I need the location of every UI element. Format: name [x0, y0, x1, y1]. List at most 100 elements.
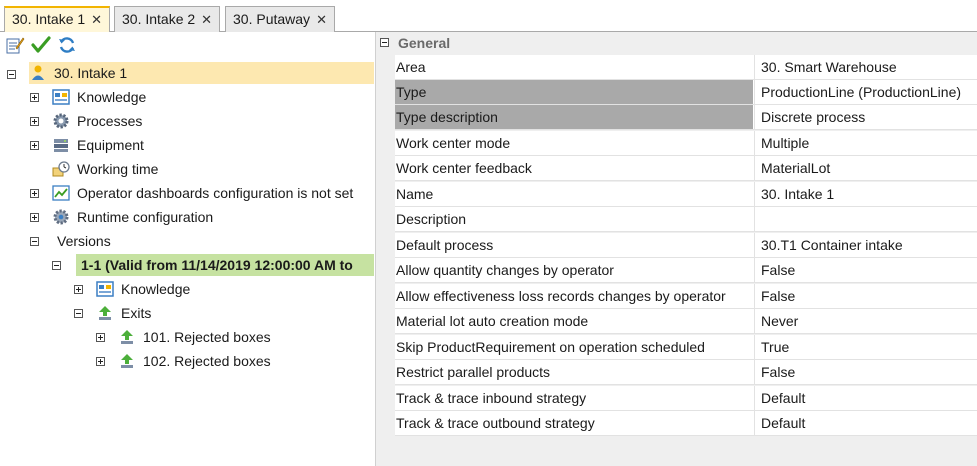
check-icon[interactable] [31, 35, 51, 55]
tree-label: Versions [57, 233, 111, 249]
property-value[interactable]: 30. Smart Warehouse [761, 55, 977, 79]
collapse-icon[interactable] [380, 38, 389, 47]
property-name: Description [396, 211, 467, 227]
collapse-icon[interactable] [74, 309, 83, 318]
property-name: Restrict parallel products [396, 364, 551, 380]
property-value[interactable] [761, 207, 977, 231]
property-row[interactable]: Restrict parallel products False [395, 360, 977, 385]
property-grid: General Area 30. Smart Warehouse Type Pr… [376, 32, 977, 466]
property-value[interactable]: 30.T1 Container intake [761, 233, 977, 257]
property-value[interactable]: Never [761, 309, 977, 333]
work-center-icon [29, 64, 47, 82]
tree-label: 30. Intake 1 [54, 65, 128, 81]
tree-label: Operator dashboards configuration is not… [77, 185, 354, 201]
property-row[interactable]: Type description Discrete process [395, 105, 977, 130]
property-name: Work center mode [396, 135, 511, 151]
tree-node-version[interactable]: 1-1 (Valid from 11/14/2019 12:00:00 AM t… [76, 254, 374, 276]
section-title: General [398, 35, 451, 51]
tree-node-root[interactable]: 30. Intake 1 [29, 62, 374, 84]
expand-icon[interactable] [74, 285, 83, 294]
collapse-icon[interactable] [52, 261, 61, 270]
expand-icon[interactable] [96, 333, 105, 342]
property-name: Allow effectiveness loss records changes… [396, 288, 726, 304]
tree-label: Knowledge [121, 281, 191, 297]
property-name: Allow quantity changes by operator [396, 262, 614, 278]
expand-icon[interactable] [30, 141, 39, 150]
property-value[interactable]: False [761, 258, 977, 282]
close-icon[interactable]: ✕ [201, 12, 212, 27]
exit-icon [118, 328, 136, 346]
expand-icon[interactable] [30, 189, 39, 198]
expand-icon[interactable] [30, 213, 39, 222]
edit-icon[interactable] [5, 35, 25, 55]
tab-intake-2[interactable]: 30. Intake 2 ✕ [114, 6, 221, 32]
property-row[interactable]: Name 30. Intake 1 [395, 182, 977, 207]
property-name: Type description [395, 105, 753, 129]
property-row[interactable]: Area 30. Smart Warehouse [395, 55, 977, 80]
property-row[interactable]: Track & trace inbound strategy Default [395, 386, 977, 411]
property-row[interactable]: Skip ProductRequirement on operation sch… [395, 335, 977, 360]
property-value[interactable]: 30. Intake 1 [761, 182, 977, 206]
tree-panel: 30. Intake 1 Knowledge Processes Equipme… [0, 32, 376, 466]
property-name: Track & trace inbound strategy [396, 390, 587, 406]
property-row[interactable]: Type ProductionLine (ProductionLine) [395, 80, 977, 105]
property-value[interactable]: ProductionLine (ProductionLine) [761, 80, 977, 104]
property-row[interactable]: Work center feedback MaterialLot [395, 156, 977, 181]
tab-intake-1[interactable]: 30. Intake 1 ✕ [4, 6, 111, 33]
tab-label: 30. Putaway [233, 11, 311, 27]
property-value[interactable]: Discrete process [761, 105, 977, 129]
close-icon[interactable]: ✕ [316, 12, 327, 27]
tree-label: Processes [77, 113, 143, 129]
tree-label: 101. Rejected boxes [143, 329, 271, 345]
property-row[interactable]: Allow effectiveness loss records changes… [395, 284, 977, 309]
property-name: Default process [396, 237, 494, 253]
expand-icon[interactable] [96, 357, 105, 366]
tree-label: Equipment [77, 137, 144, 153]
tree-toolbar [0, 32, 375, 59]
expand-icon[interactable] [30, 93, 39, 102]
tab-label: 30. Intake 1 [12, 11, 86, 27]
tab-strip: 30. Intake 1 ✕ 30. Intake 2 ✕ 30. Putaway ✕ [0, 0, 977, 33]
tree-label: 1-1 (Valid from 11/14/2019 12:00:00 AM t… [81, 257, 353, 273]
property-name: Skip ProductRequirement on operation sch… [396, 339, 705, 355]
tab-putaway[interactable]: 30. Putaway ✕ [225, 6, 335, 32]
property-name: Name [396, 186, 434, 202]
property-row[interactable]: Material lot auto creation mode Never [395, 309, 977, 334]
property-name: Track & trace outbound strategy [396, 415, 595, 431]
equipment-icon [52, 136, 70, 154]
property-row[interactable]: Allow quantity changes by operator False [395, 258, 977, 283]
gear-icon [52, 112, 70, 130]
refresh-icon[interactable] [57, 35, 77, 55]
property-name: Work center feedback [396, 160, 532, 176]
knowledge-icon [96, 280, 114, 298]
property-row[interactable]: Description [395, 207, 977, 232]
property-value[interactable]: Default [761, 411, 977, 435]
property-value[interactable]: True [761, 335, 977, 359]
property-name: Type [395, 80, 753, 104]
collapse-icon[interactable] [7, 70, 16, 79]
property-row[interactable]: Default process 30.T1 Container intake [395, 233, 977, 258]
property-name: Material lot auto creation mode [396, 313, 589, 329]
property-value[interactable]: Default [761, 386, 977, 410]
property-row[interactable]: Work center mode Multiple [395, 131, 977, 156]
property-value[interactable]: Multiple [761, 131, 977, 155]
section-general[interactable]: General [376, 32, 977, 54]
property-value[interactable]: MaterialLot [761, 156, 977, 180]
close-icon[interactable]: ✕ [91, 12, 102, 27]
exit-icon [96, 304, 114, 322]
knowledge-icon [52, 88, 70, 106]
property-value[interactable]: False [761, 360, 977, 384]
runtime-gear-icon [52, 208, 70, 226]
dashboard-icon [52, 184, 70, 202]
property-value[interactable]: False [761, 284, 977, 308]
clock-icon [52, 160, 70, 178]
tree-label: Exits [121, 305, 152, 321]
tree-label: Knowledge [77, 89, 147, 105]
property-name: Area [396, 59, 426, 75]
property-row[interactable]: Track & trace outbound strategy Default [395, 411, 977, 436]
tree-label: 102. Rejected boxes [143, 353, 271, 369]
tree-label: Working time [77, 161, 159, 177]
expand-icon[interactable] [30, 117, 39, 126]
exit-icon [118, 352, 136, 370]
collapse-icon[interactable] [30, 237, 39, 246]
